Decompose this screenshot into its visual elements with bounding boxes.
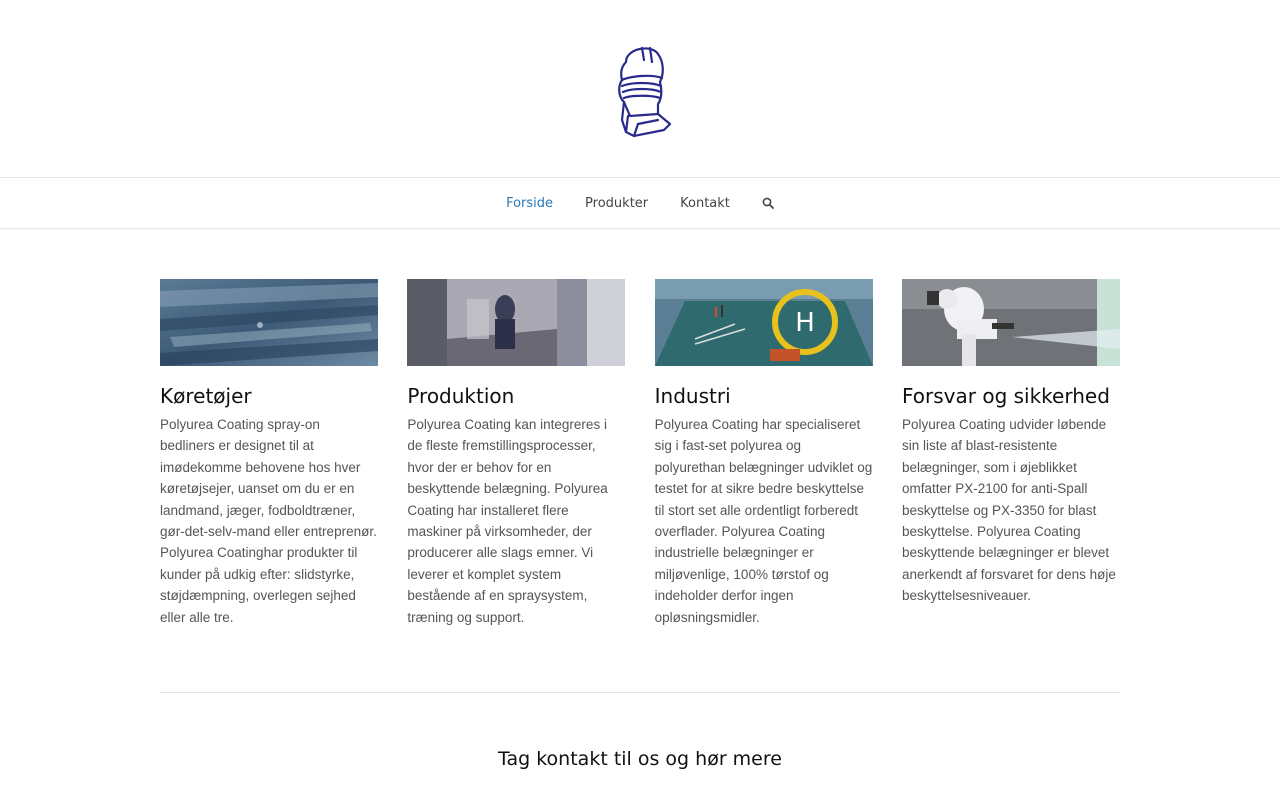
feature-description: Polyurea Coating kan integreres i de fle…: [407, 417, 608, 625]
contact-cta-title: Tag kontakt til os og hør mere: [498, 748, 782, 770]
protective-suit-spray-photo[interactable]: [901, 279, 1120, 366]
spray-booth-photo[interactable]: [407, 279, 626, 366]
feature-card-produktion: Produktion Polyurea Coating kan integrer…: [407, 279, 626, 628]
helipad-photo[interactable]: H: [654, 279, 873, 366]
search-icon: [762, 197, 774, 209]
feature-title: Industri: [654, 384, 731, 408]
truck-bedliner-photo[interactable]: [160, 279, 378, 366]
svg-text:H: H: [795, 308, 815, 338]
site-logo-link[interactable]: [604, 38, 676, 140]
main-navigation: Forside Produkter Kontakt: [0, 177, 1280, 229]
feature-description: Polyurea Coating har specialiseret sig i…: [654, 417, 873, 625]
feature-title: Forsvar og sikkerhed: [901, 384, 1110, 408]
site-header: [0, 0, 1280, 177]
nav-item-kontakt[interactable]: Kontakt: [664, 196, 746, 211]
nav-search-button[interactable]: [746, 197, 790, 209]
nav-menu: Forside Produkter Kontakt: [490, 196, 790, 211]
feature-title: Produktion: [407, 384, 515, 408]
section-divider: [160, 692, 1120, 693]
feature-description: Polyurea Coating spray-on bedliners er d…: [160, 417, 377, 625]
knight-helmet-icon: [618, 46, 672, 137]
feature-card-forsvar: Forsvar og sikkerhed Polyurea Coating ud…: [901, 279, 1120, 628]
feature-title: Køretøjer: [160, 384, 252, 408]
features-section: Køretøjer Polyurea Coating spray-on bedl…: [160, 279, 1120, 628]
nav-item-forside[interactable]: Forside: [490, 196, 569, 211]
nav-item-produkter[interactable]: Produkter: [569, 196, 664, 211]
feature-card-industri: H Industri Polyurea Coating har speciali…: [654, 279, 873, 628]
feature-description: Polyurea Coating udvider løbende sin lis…: [901, 417, 1116, 604]
feature-card-koretojer: Køretøjer Polyurea Coating spray-on bedl…: [160, 279, 378, 628]
